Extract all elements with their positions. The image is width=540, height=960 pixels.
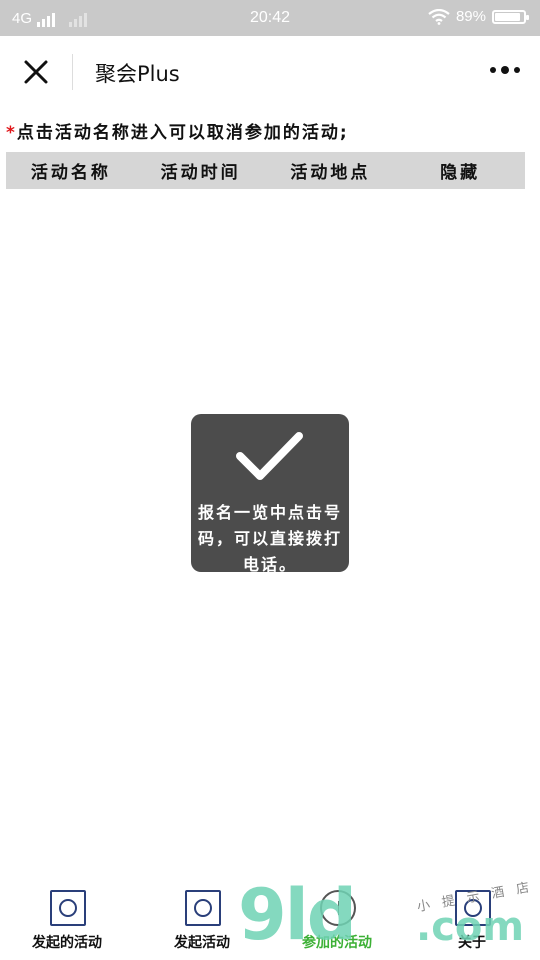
nav-bar: 聚会Plus (0, 36, 540, 108)
tab-my-created-events[interactable]: 发起的活动 (2, 880, 132, 960)
battery-fill (495, 12, 520, 21)
tab-joined-events[interactable]: 参加的活动 (272, 880, 402, 960)
tab-label: 发起活动 (174, 935, 230, 951)
nav-divider (72, 54, 73, 90)
toast: 报名一览中点击号码，可以直接拨打电话。 (191, 414, 349, 574)
tab-icon (455, 890, 491, 926)
page-title: 聚会Plus (95, 62, 180, 86)
required-star: * (6, 123, 17, 143)
column-header-name: 活动名称 (30, 163, 111, 183)
tab-icon (50, 890, 86, 926)
toast-message: 报名一览中点击号码，可以直接拨打电话。 (197, 503, 342, 574)
more-icon[interactable] (490, 66, 520, 74)
checkmark-icon (236, 432, 303, 480)
column-header-time: 活动时间 (160, 163, 241, 183)
column-header-location: 活动地点 (290, 163, 371, 183)
tab-label: 关于 (458, 935, 486, 951)
status-right: 89% (428, 8, 529, 25)
tab-label: 发起的活动 (32, 935, 102, 951)
hint-message: 点击活动名称进入可以取消参加的活动; (16, 123, 349, 143)
tab-label: 参加的活动 (302, 935, 372, 951)
tab-icon (320, 890, 356, 926)
close-icon[interactable] (20, 56, 52, 88)
battery-icon (492, 9, 529, 24)
hint-text: *点击活动名称进入可以取消参加的活动; (6, 118, 349, 143)
column-header-hide: 隐藏 (440, 163, 481, 183)
table-header: 活动名称 活动时间 活动地点 隐藏 (6, 152, 525, 189)
status-bar: 4G 20:42 89% (0, 0, 540, 36)
tab-about[interactable]: 关于 (407, 880, 537, 960)
battery-percent: 89% (455, 8, 486, 25)
tab-bar: 发起的活动 发起活动 参加的活动 关于 (0, 880, 540, 960)
tab-create-event[interactable]: 发起活动 (137, 880, 267, 960)
wifi-icon (428, 8, 450, 25)
tab-icon (185, 890, 221, 926)
